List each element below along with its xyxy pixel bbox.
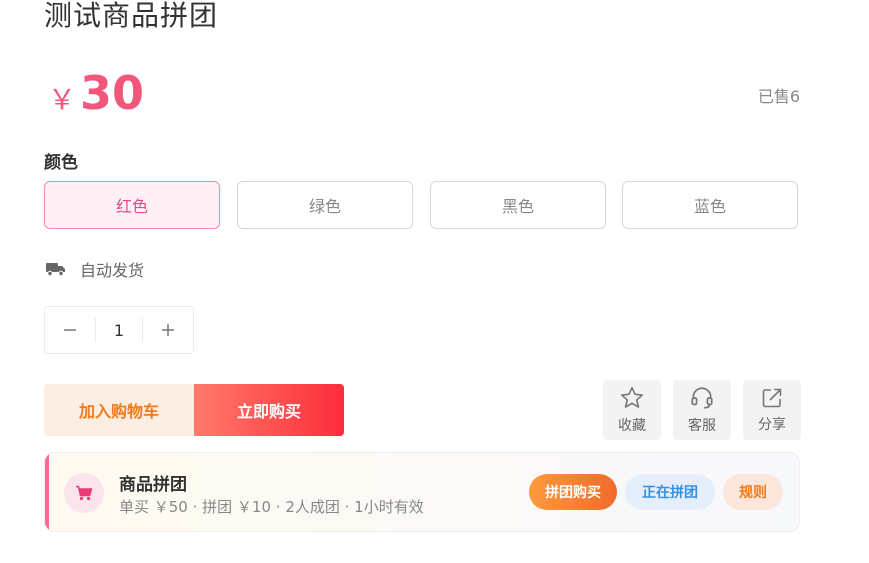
product-price: ￥30 [48,66,144,120]
customer-service-label: 客服 [688,418,716,434]
spec-option-blue[interactable]: 蓝色 [622,181,798,229]
star-icon [621,386,643,408]
card-accent-bar [45,453,49,531]
share-label: 分享 [758,417,786,433]
share-icon [762,388,782,408]
delivery-text: 自动发货 [80,261,145,280]
favorite-label: 收藏 [618,418,646,434]
spec-option-green[interactable]: 绿色 [237,181,413,229]
add-to-cart-button[interactable]: 加入购物车 [44,384,194,436]
minus-icon [64,329,76,331]
group-buy-button[interactable]: 拼团购买 [529,474,617,510]
spec-option-red[interactable]: 红色 [44,181,220,229]
plus-icon [162,324,174,336]
groups-in-progress-button[interactable]: 正在拼团 [625,474,715,510]
buy-now-button[interactable]: 立即购买 [194,384,344,436]
group-buy-title: 商品拼团 [119,475,187,495]
group-buy-card: 商品拼团 单买 ￥50 · 拼团 ￥10 · 2人成团 · 1小时有效 拼团购买… [44,452,800,532]
delivery-info: 自动发货 [46,257,144,281]
headset-icon [691,387,713,409]
spec-label: 颜色 [44,153,78,173]
customer-service-button[interactable]: 客服 [673,380,731,440]
decrease-button[interactable] [45,307,95,353]
group-buy-icon-wrap [64,473,104,513]
group-rules-button[interactable]: 规则 [723,474,783,510]
price-amount: 30 [80,66,145,120]
quantity-value[interactable]: 1 [95,318,143,342]
favorite-button[interactable]: 收藏 [603,380,661,440]
product-title: 测试商品拼团 [44,0,219,32]
increase-button[interactable] [143,307,193,353]
quantity-stepper: 1 [44,306,194,354]
currency-symbol: ￥ [48,83,77,116]
share-button[interactable]: 分享 [743,380,801,440]
truck-icon [46,263,65,277]
cart-icon [76,485,93,501]
sold-count: 已售6 [757,87,800,106]
group-buy-description: 单买 ￥50 · 拼团 ￥10 · 2人成团 · 1小时有效 [119,498,424,516]
spec-option-black[interactable]: 黑色 [430,181,606,229]
